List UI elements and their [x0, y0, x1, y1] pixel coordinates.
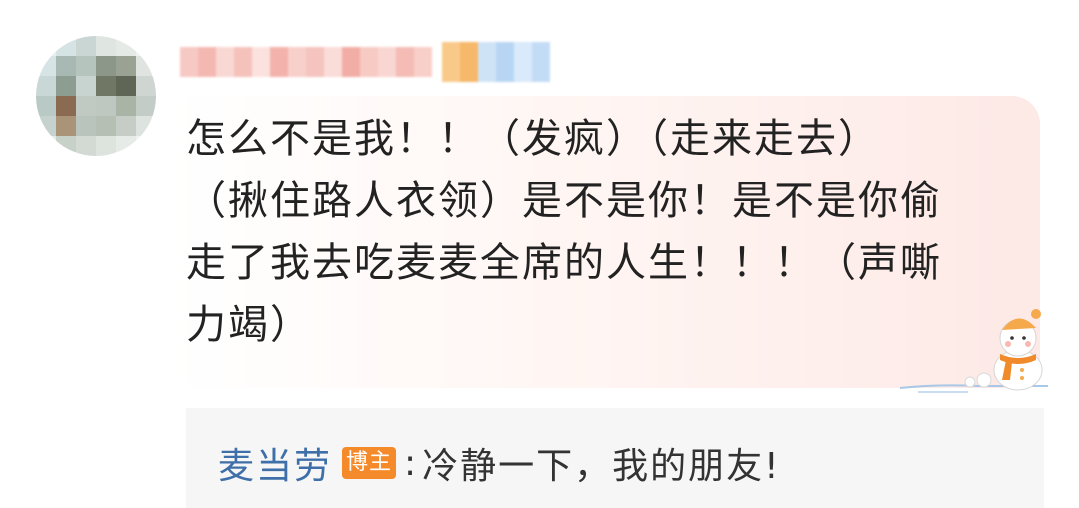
avatar[interactable]: [36, 36, 156, 156]
snowman-icon: [899, 309, 1048, 393]
reply-text: 冷静一下，我的朋友!: [422, 446, 781, 487]
username-obscured: [180, 47, 432, 77]
user-badge-obscured: [442, 42, 550, 82]
comment-text: 怎么不是我！！（发疯）（走来走去） （揪住路人衣领）是不是你！是不是你偷 走了我…: [186, 116, 942, 348]
reply-author-link[interactable]: 麦当劳: [218, 437, 332, 489]
reply-line: 麦当劳 博主 : 冷静一下，我的朋友!: [218, 436, 781, 490]
author-tag-badge: 博主: [342, 447, 397, 479]
username[interactable]: [180, 42, 570, 82]
reply-separator: :: [404, 442, 417, 484]
